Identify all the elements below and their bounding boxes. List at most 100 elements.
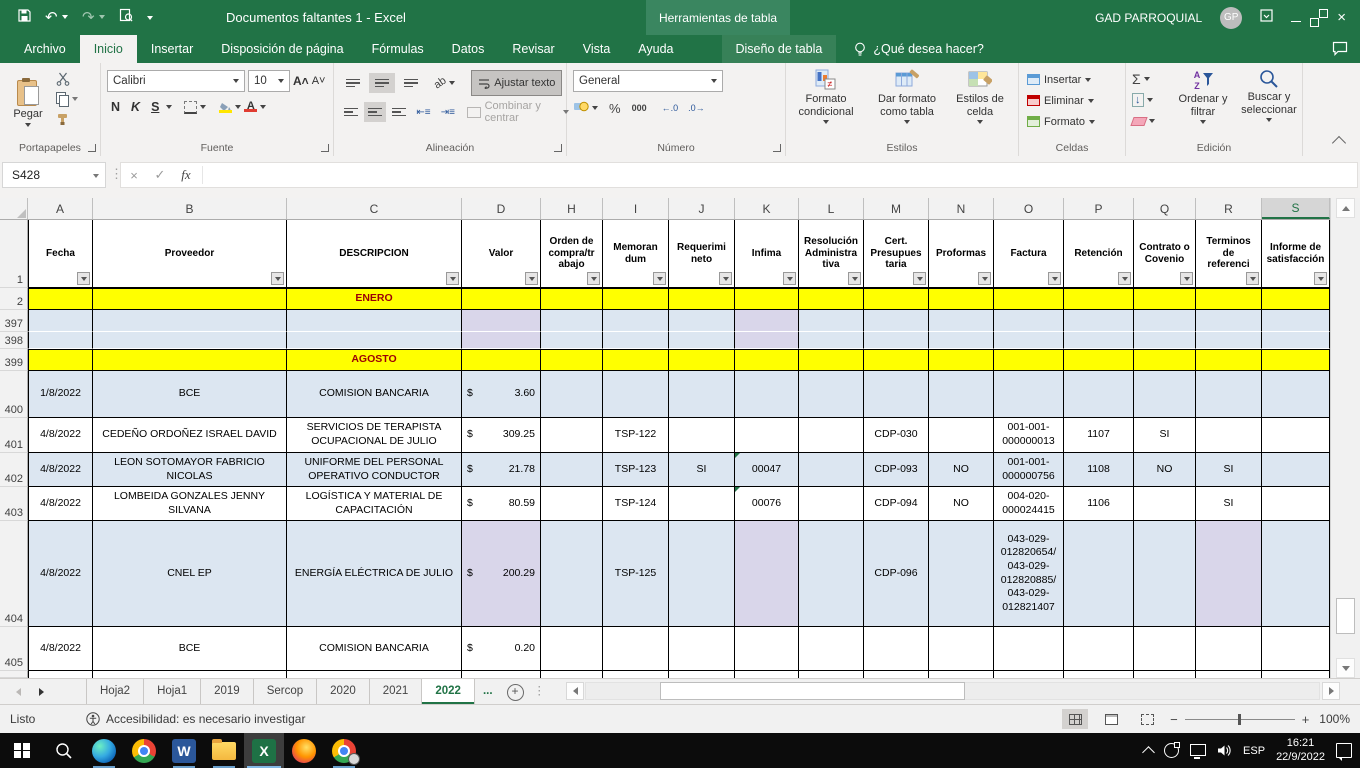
cell-L399[interactable] [799,349,864,371]
cell-P397[interactable] [1064,310,1134,332]
account-name[interactable]: GAD PARROQUIAL [1095,11,1202,25]
column-header-H[interactable]: H [541,198,603,219]
cell-R398[interactable] [1196,332,1262,349]
sheet-tab-2021[interactable]: 2021 [370,679,423,704]
cell-J397[interactable] [669,310,735,332]
ribbon-display-options-button[interactable] [1260,9,1273,27]
cell-M401[interactable]: CDP-030 [864,418,929,453]
delete-cells-button[interactable]: Eliminar [1027,91,1095,110]
cell-C400[interactable]: COMISION BANCARIA [287,371,462,418]
cell-K397[interactable] [735,310,799,332]
cell-L405[interactable] [799,627,864,671]
taskbar-clock[interactable]: 16:21 22/9/2022 [1276,737,1325,765]
cell-L398[interactable] [799,332,864,349]
sheet-next-icon[interactable] [39,688,44,696]
cell-R402[interactable]: SI [1196,453,1262,487]
cell-A404[interactable]: 4/8/2022 [28,521,93,627]
filter-button-P[interactable] [1118,272,1131,285]
cell-J400[interactable] [669,371,735,418]
column-header-B[interactable]: B [93,198,287,219]
format-cells-button[interactable]: Formato [1027,112,1095,131]
copy-dropdown-icon[interactable] [72,97,78,101]
cell-P402[interactable]: 1108 [1064,453,1134,487]
fill-color-button[interactable] [218,102,232,113]
cell-S405[interactable] [1262,627,1330,671]
sheet-tab-hoja2[interactable]: Hoja2 [86,679,144,704]
cell-H398[interactable] [541,332,603,349]
filter-button-I[interactable] [653,272,666,285]
cell-K403[interactable]: 00076 [735,487,799,521]
cell-Q398[interactable] [1134,332,1196,349]
cell-K404[interactable] [735,521,799,627]
cell-S403[interactable] [1262,487,1330,521]
name-box[interactable]: S428 [2,162,106,188]
row-header-2[interactable]: 2 [0,288,28,310]
vertical-scrollbar[interactable] [1330,198,1360,678]
cell-N2[interactable] [929,288,994,310]
number-dialog-launcher[interactable] [773,144,781,152]
cell-Q402[interactable]: NO [1134,453,1196,487]
cell-Q2[interactable] [1134,288,1196,310]
underline-dropdown-icon[interactable] [166,105,172,109]
onedrive-icon[interactable] [1164,743,1179,758]
cell-K2[interactable] [735,288,799,310]
cell-R399[interactable] [1196,349,1262,371]
cell-B401[interactable]: CEDEÑO ORDOÑEZ ISRAEL DAVID [93,418,287,453]
row-header-399[interactable]: 399 [0,349,28,371]
cell-S399[interactable] [1262,349,1330,371]
cell-M[interactable] [864,671,929,678]
row-header-1[interactable]: 1 [0,220,28,288]
header-cell-H[interactable]: Orden de compra/tr abajo [541,220,603,288]
tab-ayuda[interactable]: Ayuda [624,35,687,63]
page-break-view-button[interactable] [1134,709,1160,729]
zoom-out-button[interactable]: − [1170,712,1178,727]
taskbar-search-button[interactable] [44,733,84,768]
cell-Q397[interactable] [1134,310,1196,332]
cell-L400[interactable] [799,371,864,418]
number-format-select[interactable]: General [573,70,723,92]
filter-button-N[interactable] [978,272,991,285]
minimize-button[interactable] [1291,9,1301,27]
cell-J399[interactable] [669,349,735,371]
cell-Q401[interactable]: SI [1134,418,1196,453]
borders-icon[interactable] [184,101,197,114]
clear-button[interactable] [1132,113,1155,129]
cell-L402[interactable] [799,453,864,487]
wrap-text-button[interactable]: Ajustar texto [471,70,562,96]
fill-color-dropdown-icon[interactable] [235,105,241,109]
cell-I402[interactable]: TSP-123 [603,453,669,487]
filter-button-M[interactable] [913,272,926,285]
cell-M402[interactable]: CDP-093 [864,453,929,487]
cell-Q400[interactable] [1134,371,1196,418]
font-dialog-launcher[interactable] [321,144,329,152]
row-header-404[interactable]: 404 [0,521,28,627]
column-header-I[interactable]: I [603,198,669,219]
increase-indent-button[interactable]: ⇥≡ [437,102,458,122]
hscroll-right-button[interactable] [1322,682,1340,700]
cell-O[interactable] [994,671,1064,678]
paste-button[interactable]: Pegar [6,68,50,136]
font-color-dropdown-icon[interactable] [260,105,266,109]
cell-C402[interactable]: UNIFORME DEL PERSONAL OPERATIVO CONDUCTO… [287,453,462,487]
tab-formulas[interactable]: Fórmulas [358,35,438,63]
cell-O400[interactable] [994,371,1064,418]
filter-button-Q[interactable] [1180,272,1193,285]
cell-B402[interactable]: LEON SOTOMAYOR FABRICIO NICOLAS [93,453,287,487]
paste-dropdown-icon[interactable] [25,123,31,127]
cell-I405[interactable] [603,627,669,671]
cell-B403[interactable]: LOMBEIDA GONZALES JENNY SILVANA [93,487,287,521]
cell-Q399[interactable] [1134,349,1196,371]
column-header-C[interactable]: C [287,198,462,219]
cell-S[interactable] [1262,671,1330,678]
hscroll-left-button[interactable] [566,682,584,700]
tell-me-box[interactable]: ¿Qué desea hacer? [854,35,984,63]
alignment-dialog-launcher[interactable] [554,144,562,152]
zoom-in-button[interactable]: + [1302,712,1310,727]
cell-R2[interactable] [1196,288,1262,310]
currency-format-button[interactable] [573,100,589,116]
cell-O405[interactable] [994,627,1064,671]
find-select-button[interactable]: Buscar y seleccionar [1238,63,1300,133]
language-indicator[interactable]: ESP [1243,745,1265,757]
cell-Q[interactable] [1134,671,1196,678]
cell-R405[interactable] [1196,627,1262,671]
